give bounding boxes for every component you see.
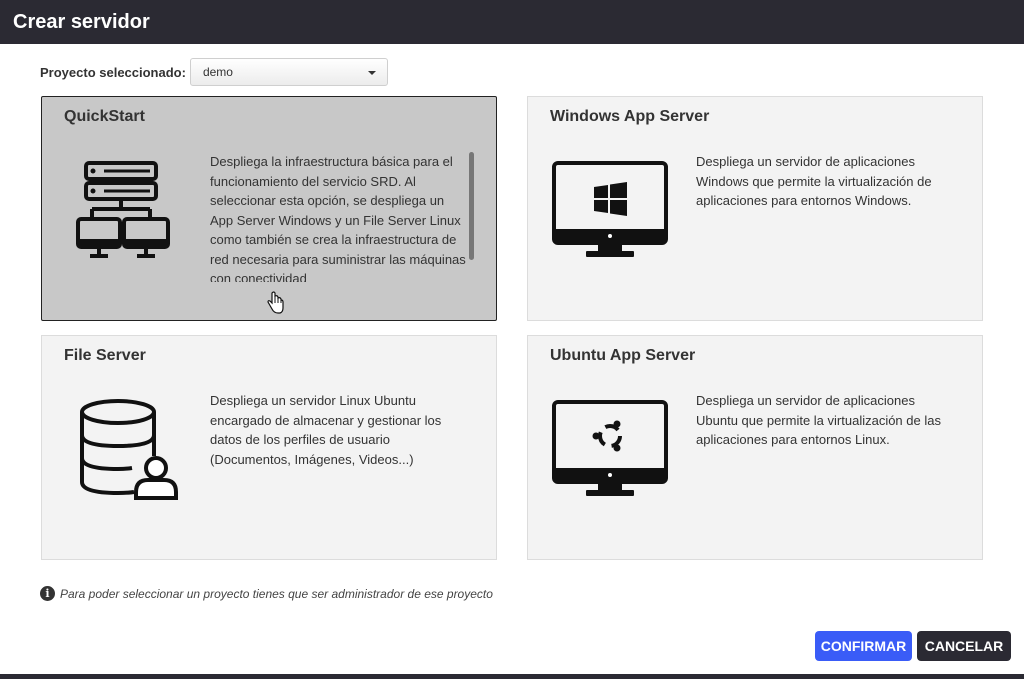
cancel-button[interactable]: CANCELAR: [917, 631, 1011, 661]
card-description: Despliega un servidor de aplicaciones Wi…: [696, 154, 932, 208]
card-description: Despliega la infraestructura básica para…: [210, 154, 466, 282]
server-network-icon: [76, 161, 170, 258]
card-windows-app-server[interactable]: Windows App Server Despliega un servidor…: [527, 96, 983, 321]
project-selector-row: Proyecto seleccionado: demo: [40, 58, 388, 86]
project-label: Proyecto seleccionado:: [40, 64, 186, 80]
card-title: Windows App Server: [550, 108, 710, 125]
ubuntu-monitor-icon: [552, 400, 668, 496]
caret-down-icon: [367, 71, 376, 75]
card-file-server[interactable]: File Server Despliega un servidor Linux …: [41, 335, 497, 560]
admin-note: i Para poder seleccionar un proyecto tie…: [40, 586, 493, 601]
card-title: File Server: [64, 347, 146, 364]
card-title: Ubuntu App Server: [550, 347, 696, 364]
card-description: Despliega un servidor de aplicaciones Ub…: [696, 393, 941, 447]
dialog-title: Crear servidor: [0, 0, 1024, 44]
project-select-value: demo: [202, 65, 233, 79]
card-title: QuickStart: [64, 108, 145, 125]
windows-monitor-icon: [552, 161, 668, 257]
project-select[interactable]: demo: [189, 58, 388, 86]
database-user-icon: [80, 399, 178, 500]
bottom-bar: [0, 674, 1024, 679]
description-scrollbar[interactable]: [469, 152, 474, 260]
confirm-button[interactable]: CONFIRMAR: [815, 631, 912, 661]
info-icon: i: [40, 586, 55, 601]
admin-note-text: Para poder seleccionar un proyecto tiene…: [60, 586, 493, 601]
card-description: Despliega un servidor Linux Ubuntu encar…: [210, 393, 442, 467]
card-ubuntu-app-server[interactable]: Ubuntu App Server Despliega un servidor …: [527, 335, 983, 560]
hand-cursor-icon: [267, 291, 284, 314]
card-quickstart[interactable]: QuickStart Despliega la infraestructura …: [41, 96, 497, 321]
